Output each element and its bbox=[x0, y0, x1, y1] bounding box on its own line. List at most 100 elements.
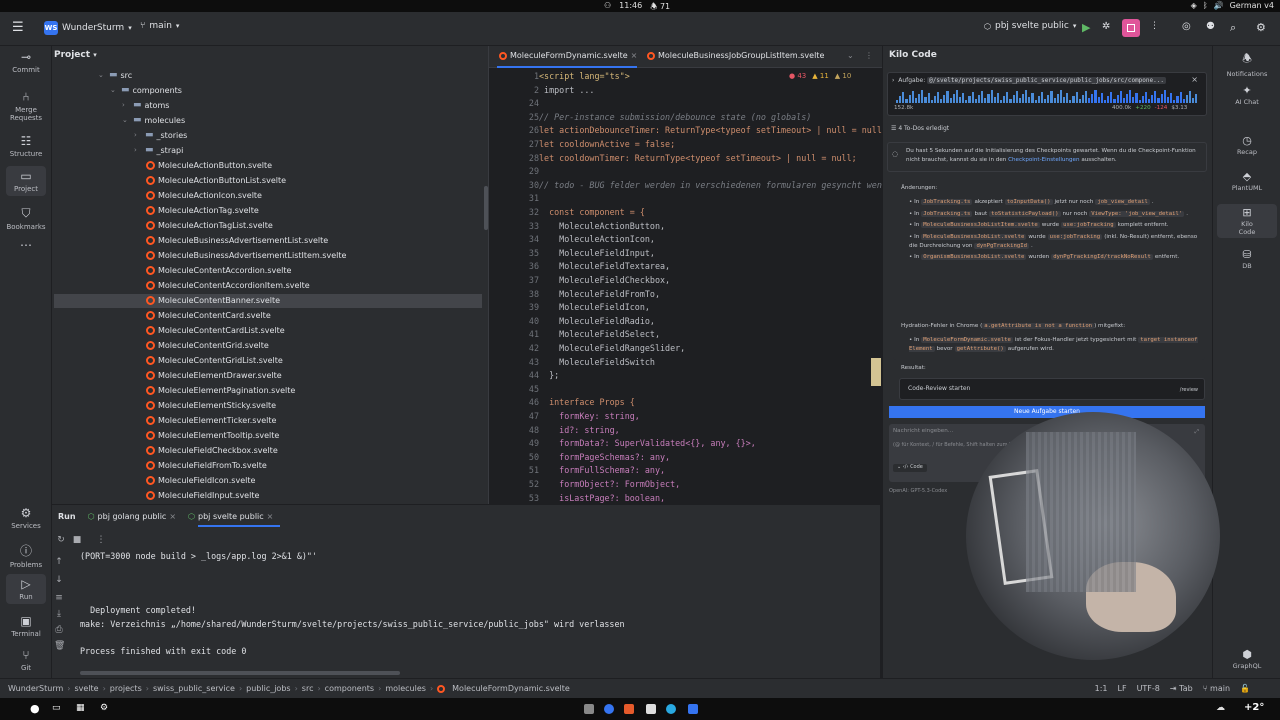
code-line[interactable]: 45 bbox=[489, 383, 883, 396]
code-line[interactable]: 46 interface Props { bbox=[489, 396, 883, 409]
kilo-code-tool[interactable]: ⊞ Kilo Code bbox=[1217, 204, 1277, 238]
hamburger-menu-icon[interactable]: ☰ bbox=[12, 20, 24, 35]
tree-file[interactable]: MoleculeActionTagList.svelte bbox=[146, 218, 273, 233]
plantuml-tool[interactable]: ⬘ PlantUML bbox=[1213, 170, 1280, 192]
git-branch-widget[interactable]: ⑂ main bbox=[1203, 684, 1230, 693]
telegram-app-icon[interactable] bbox=[666, 704, 676, 714]
lock-icon[interactable]: 🔓 bbox=[1240, 684, 1250, 693]
tab-pbj-svelte-public[interactable]: ⬡ pbj svelte public × bbox=[182, 509, 279, 525]
run-tool[interactable]: ▷ Run bbox=[6, 574, 46, 604]
tree-file[interactable]: MoleculeElementSticky.svelte bbox=[146, 398, 276, 413]
tabs-overflow-chevron-icon[interactable]: ⌄ bbox=[847, 51, 854, 60]
tree-file[interactable]: MoleculeContentGrid.svelte bbox=[146, 338, 269, 353]
tab-pbj-golang-public[interactable]: ⬡ pbj golang public × bbox=[82, 509, 182, 525]
code-line[interactable]: 47 formKey: string, bbox=[489, 410, 883, 423]
tree-folder[interactable]: › ▬ _strapi bbox=[134, 143, 183, 158]
files-app-icon[interactable] bbox=[584, 704, 594, 714]
cursor-position[interactable]: 1:1 bbox=[1095, 684, 1108, 693]
firefox-app-icon[interactable] bbox=[624, 704, 634, 714]
branch-switcher[interactable]: ⑂ main ▾ bbox=[140, 21, 179, 31]
tab-molecule-business-job-group-list-item[interactable]: MoleculeBusinessJobGroupListItem.svelte bbox=[647, 51, 824, 60]
problems-tool[interactable]: ⓘ Problems bbox=[0, 542, 52, 569]
volume-icon[interactable]: 🔊 bbox=[1214, 1, 1224, 10]
window-icon[interactable]: ▭ bbox=[52, 703, 61, 713]
scroll-to-end-icon[interactable]: ⤓ bbox=[54, 609, 64, 619]
network-icon[interactable]: ◈ bbox=[1191, 1, 1197, 10]
ai-icon[interactable]: ◎ bbox=[1182, 21, 1191, 32]
bluetooth-icon[interactable]: ᛒ bbox=[1203, 1, 1208, 10]
breadcrumb-item[interactable]: projects bbox=[110, 684, 142, 693]
tree-folder[interactable]: ⌄ ▬ molecules bbox=[122, 113, 185, 128]
recap-tool[interactable]: ◷ Recap bbox=[1213, 134, 1280, 156]
tree-folder[interactable]: ⌄ ▬ components bbox=[110, 83, 182, 98]
stop-button[interactable] bbox=[1122, 19, 1140, 37]
tree-file[interactable]: MoleculeActionButtonList.svelte bbox=[146, 173, 286, 188]
ai-chat-tool[interactable]: ✦ AI Chat bbox=[1213, 84, 1280, 106]
people-icon[interactable]: ⚉ bbox=[1206, 21, 1215, 32]
tabs-more-icon[interactable]: ⋮ bbox=[865, 51, 873, 60]
keyboard-layout[interactable]: German v4 bbox=[1230, 1, 1274, 10]
run-more-icon[interactable]: ⋮ bbox=[96, 535, 106, 545]
code-line[interactable]: 28 let cooldownTimer: ReturnType<typeof s… bbox=[489, 152, 883, 165]
breadcrumb-item[interactable]: public_jobs bbox=[246, 684, 290, 693]
breadcrumb-item[interactable]: molecules bbox=[385, 684, 426, 693]
tab-molecule-form-dynamic[interactable]: MoleculeFormDynamic.svelte × bbox=[499, 51, 637, 60]
code-line[interactable]: 50 formPageSchemas?: any, bbox=[489, 451, 883, 464]
tree-file[interactable]: MoleculeElementTooltip.svelte bbox=[146, 428, 279, 443]
terminal-tool[interactable]: ▣ Terminal bbox=[0, 614, 52, 638]
tree-file[interactable]: MoleculeBusinessAdvertisementList.svelte bbox=[146, 233, 328, 248]
print-icon[interactable]: ⎙ bbox=[54, 625, 64, 635]
gear-icon[interactable]: ⚙ bbox=[1256, 21, 1266, 34]
code-line[interactable]: 38 MoleculeFieldFromTo, bbox=[489, 288, 883, 301]
grid-icon[interactable]: ▦ bbox=[76, 703, 85, 713]
code-line[interactable]: 39 MoleculeFieldIcon, bbox=[489, 301, 883, 314]
code-line[interactable]: 1 <script lang="ts"> bbox=[489, 70, 883, 83]
tree-file[interactable]: MoleculeFieldCheckbox.svelte bbox=[146, 443, 278, 458]
tree-file[interactable]: MoleculeFieldInput.svelte bbox=[146, 488, 259, 503]
commit-tool[interactable]: ⊸ Commit bbox=[0, 50, 52, 74]
todos-status[interactable]: ☰ 4 To-Dos erledigt bbox=[891, 124, 949, 133]
ide-app-icon[interactable] bbox=[688, 704, 698, 714]
code-line[interactable]: 52 formObject?: FormObject, bbox=[489, 478, 883, 491]
breadcrumb-item[interactable]: src bbox=[302, 684, 314, 693]
code-line[interactable]: 48 id?: string, bbox=[489, 424, 883, 437]
stop-icon[interactable]: ■ bbox=[72, 535, 82, 545]
os-start-icon[interactable]: ● bbox=[30, 702, 40, 715]
code-line[interactable]: 41 MoleculeFieldSelect, bbox=[489, 328, 883, 341]
code-line[interactable]: 31 bbox=[489, 192, 883, 205]
tree-folder[interactable]: › ▬ _stories bbox=[134, 128, 187, 143]
breadcrumb-item[interactable]: swiss_public_service bbox=[153, 684, 235, 693]
rerun-icon[interactable]: ↻ bbox=[56, 535, 66, 545]
code-line[interactable]: 36 MoleculeFieldTextarea, bbox=[489, 260, 883, 273]
project-switcher[interactable]: WS WunderSturm ▾ bbox=[44, 21, 132, 35]
tree-file[interactable]: MoleculeContentCard.svelte bbox=[146, 308, 271, 323]
run-hscrollbar[interactable] bbox=[80, 671, 400, 675]
tree-file[interactable]: MoleculeContentCardList.svelte bbox=[146, 323, 285, 338]
expand-chevron-icon[interactable]: › bbox=[134, 143, 142, 158]
indent-widget[interactable]: ⇥ Tab bbox=[1170, 684, 1193, 693]
merge-requests-tool[interactable]: ⑃ Merge Requests bbox=[0, 90, 52, 122]
new-task-button[interactable]: Neue Aufgabe starten bbox=[889, 406, 1205, 418]
code-line[interactable]: 24 bbox=[489, 97, 883, 110]
structure-tool[interactable]: ☷ Structure bbox=[0, 134, 52, 158]
code-line[interactable]: 43 MoleculeFieldSwitch bbox=[489, 356, 883, 369]
code-line[interactable]: 40 MoleculeFieldRadio, bbox=[489, 315, 883, 328]
db-tool[interactable]: ⛁ DB bbox=[1213, 248, 1280, 270]
search-icon[interactable]: ⌕ bbox=[1230, 21, 1236, 35]
task-header[interactable]: › Aufgabe: @/svelte/projects/swiss_publi… bbox=[887, 72, 1207, 116]
code-line[interactable]: 25// Per-instance submission/debounce st… bbox=[489, 111, 883, 124]
code-line[interactable]: 44 }; bbox=[489, 369, 883, 382]
scroll-down-icon[interactable]: ↓ bbox=[54, 575, 64, 585]
graphql-tool[interactable]: ⬢ GraphQL bbox=[1213, 648, 1280, 670]
soft-wrap-icon[interactable]: ≡ bbox=[54, 593, 64, 603]
more-tools-icon[interactable]: ⋯ bbox=[0, 238, 52, 254]
project-tool[interactable]: ▭ Project bbox=[6, 166, 46, 196]
expand-chevron-icon[interactable]: ⌄ bbox=[98, 68, 106, 83]
code-line[interactable]: 49 formData?: SuperValidated<{}, any, {}… bbox=[489, 437, 883, 450]
tree-file[interactable]: MoleculeContentBanner.svelte bbox=[146, 293, 280, 308]
more-icon[interactable]: ⋮ bbox=[1150, 21, 1159, 31]
breadcrumb-item[interactable]: svelte bbox=[74, 684, 98, 693]
tree-file[interactable]: MoleculeActionTag.svelte bbox=[146, 203, 259, 218]
code-line[interactable]: 37 MoleculeFieldCheckbox, bbox=[489, 274, 883, 287]
debug-icon[interactable]: ✲ bbox=[1102, 21, 1110, 32]
